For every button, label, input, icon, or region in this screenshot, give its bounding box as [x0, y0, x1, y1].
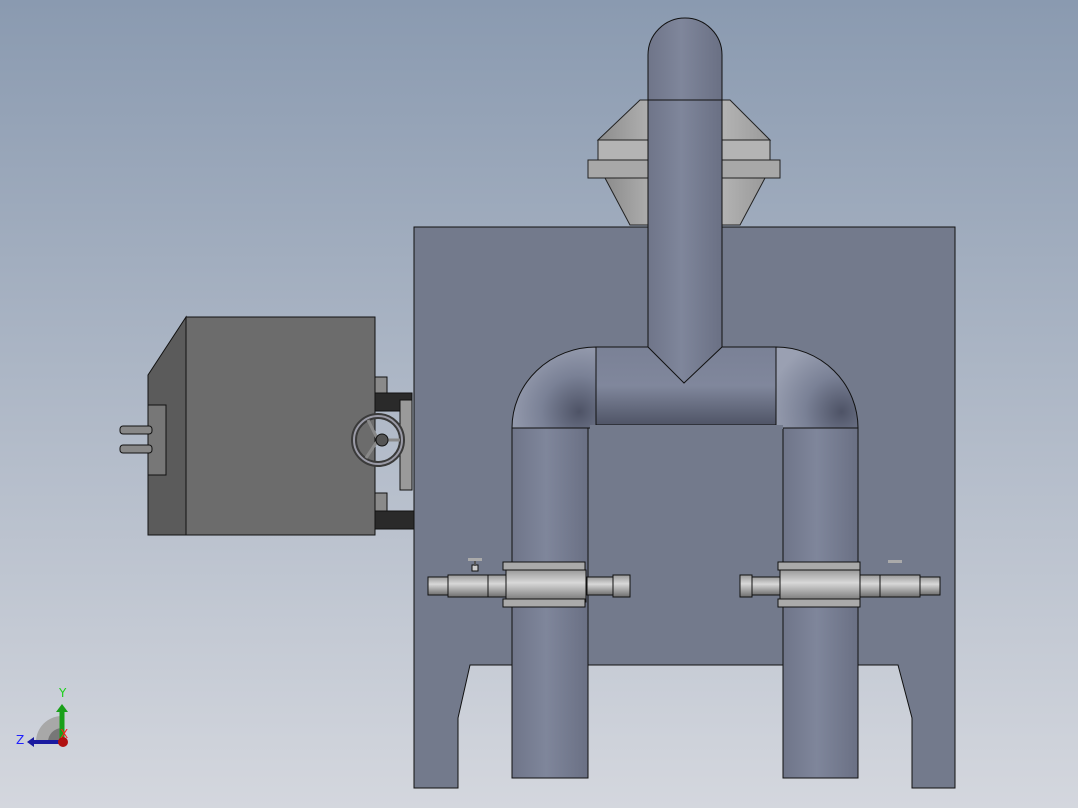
- cad-viewport[interactable]: Y Z X: [0, 0, 1078, 808]
- y-axis-label: Y: [58, 686, 67, 700]
- x-axis-label: X: [60, 727, 68, 741]
- z-axis-label: Z: [16, 733, 24, 747]
